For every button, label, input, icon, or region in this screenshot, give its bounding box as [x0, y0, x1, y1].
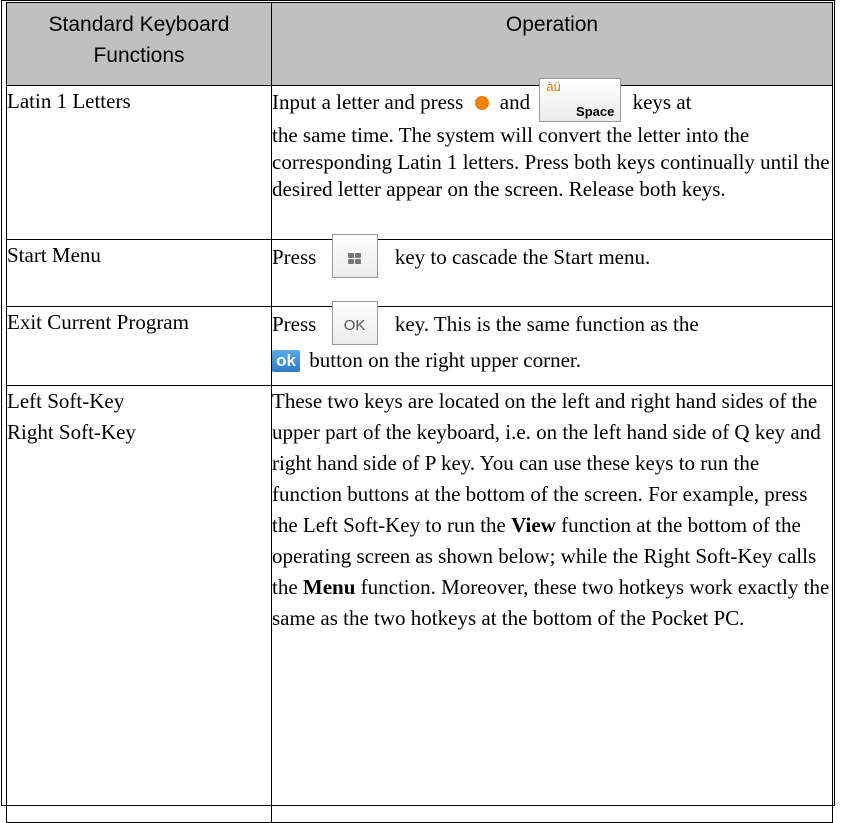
function-name-cell: Left Soft-Key Right Soft-Key — [6, 385, 272, 823]
operation-text: and — [499, 89, 531, 114]
orange-dot-key-icon — [474, 95, 489, 110]
table-row: Exit Current Program Press OK key. This … — [6, 301, 833, 386]
windows-start-key-icon — [331, 234, 378, 278]
menu-bold-text: Menu — [302, 575, 356, 599]
table-row: Left Soft-Key Right Soft-Key These two k… — [6, 385, 833, 823]
operation-text: the same time. The system will convert t… — [272, 123, 830, 201]
document-page: Standard Keyboard Functions Operation La… — [0, 0, 841, 823]
table-row: Start Menu Press key to cascade the Star… — [6, 234, 833, 307]
operation-cell: Press OK key. This is the same function … — [271, 301, 833, 386]
header-functions-line1: Standard Keyboard — [48, 13, 230, 36]
header-functions-line2: Functions — [93, 44, 185, 67]
operation-text: button on the right upper corner. — [309, 348, 582, 372]
operation-text: keys at — [632, 89, 692, 114]
function-name: Latin 1 Letters — [7, 89, 131, 113]
function-name-cell: Exit Current Program — [6, 306, 272, 386]
space-key-top-label: àü — [546, 79, 561, 94]
function-name: Start Menu — [7, 243, 101, 267]
operation-text: function. Moreover, these two hotkeys wo… — [272, 575, 830, 630]
windows-flag-icon — [347, 253, 362, 265]
operation-cell: These two keys are located on the left a… — [271, 385, 833, 823]
keyboard-functions-table: Standard Keyboard Functions Operation La… — [6, 2, 833, 823]
operation-text: Press — [272, 244, 317, 269]
operation-text: key to cascade the Start menu. — [394, 244, 651, 269]
function-name: Exit Current Program — [7, 310, 189, 334]
space-key-label: Space — [576, 104, 615, 119]
ok-key-icon: OK — [331, 301, 378, 345]
operation-text: key. This is the same function as the — [394, 311, 699, 336]
ok-key-label: OK — [343, 317, 366, 334]
function-name: Right Soft-Key — [7, 420, 136, 444]
function-name: Left Soft-Key — [7, 389, 125, 413]
operation-cell: Input a letter and press and àü Space ke… — [271, 78, 833, 240]
operation-cell: Press key to cascade the Start menu. — [271, 234, 833, 307]
table-header-row: Standard Keyboard Functions Operation — [6, 2, 833, 86]
operation-first-line: Input a letter and press and àü Space ke… — [272, 78, 832, 122]
header-operation-label: Operation — [505, 13, 599, 36]
table-row: Latin 1 Letters Input a letter and press… — [6, 78, 833, 240]
header-operation: Operation — [271, 2, 833, 86]
operation-text: Press — [272, 311, 317, 336]
ok-button-icon: ok — [272, 349, 300, 372]
operation-text: Input a letter and press — [272, 89, 464, 114]
header-functions: Standard Keyboard Functions — [6, 2, 272, 86]
view-bold-text: View — [511, 513, 556, 537]
function-name-cell: Start Menu — [6, 239, 272, 307]
operation-second-line: ok button on the right upper corner. — [272, 345, 832, 376]
space-key-icon: àü Space — [539, 78, 622, 122]
function-name-cell: Latin 1 Letters — [6, 85, 272, 240]
